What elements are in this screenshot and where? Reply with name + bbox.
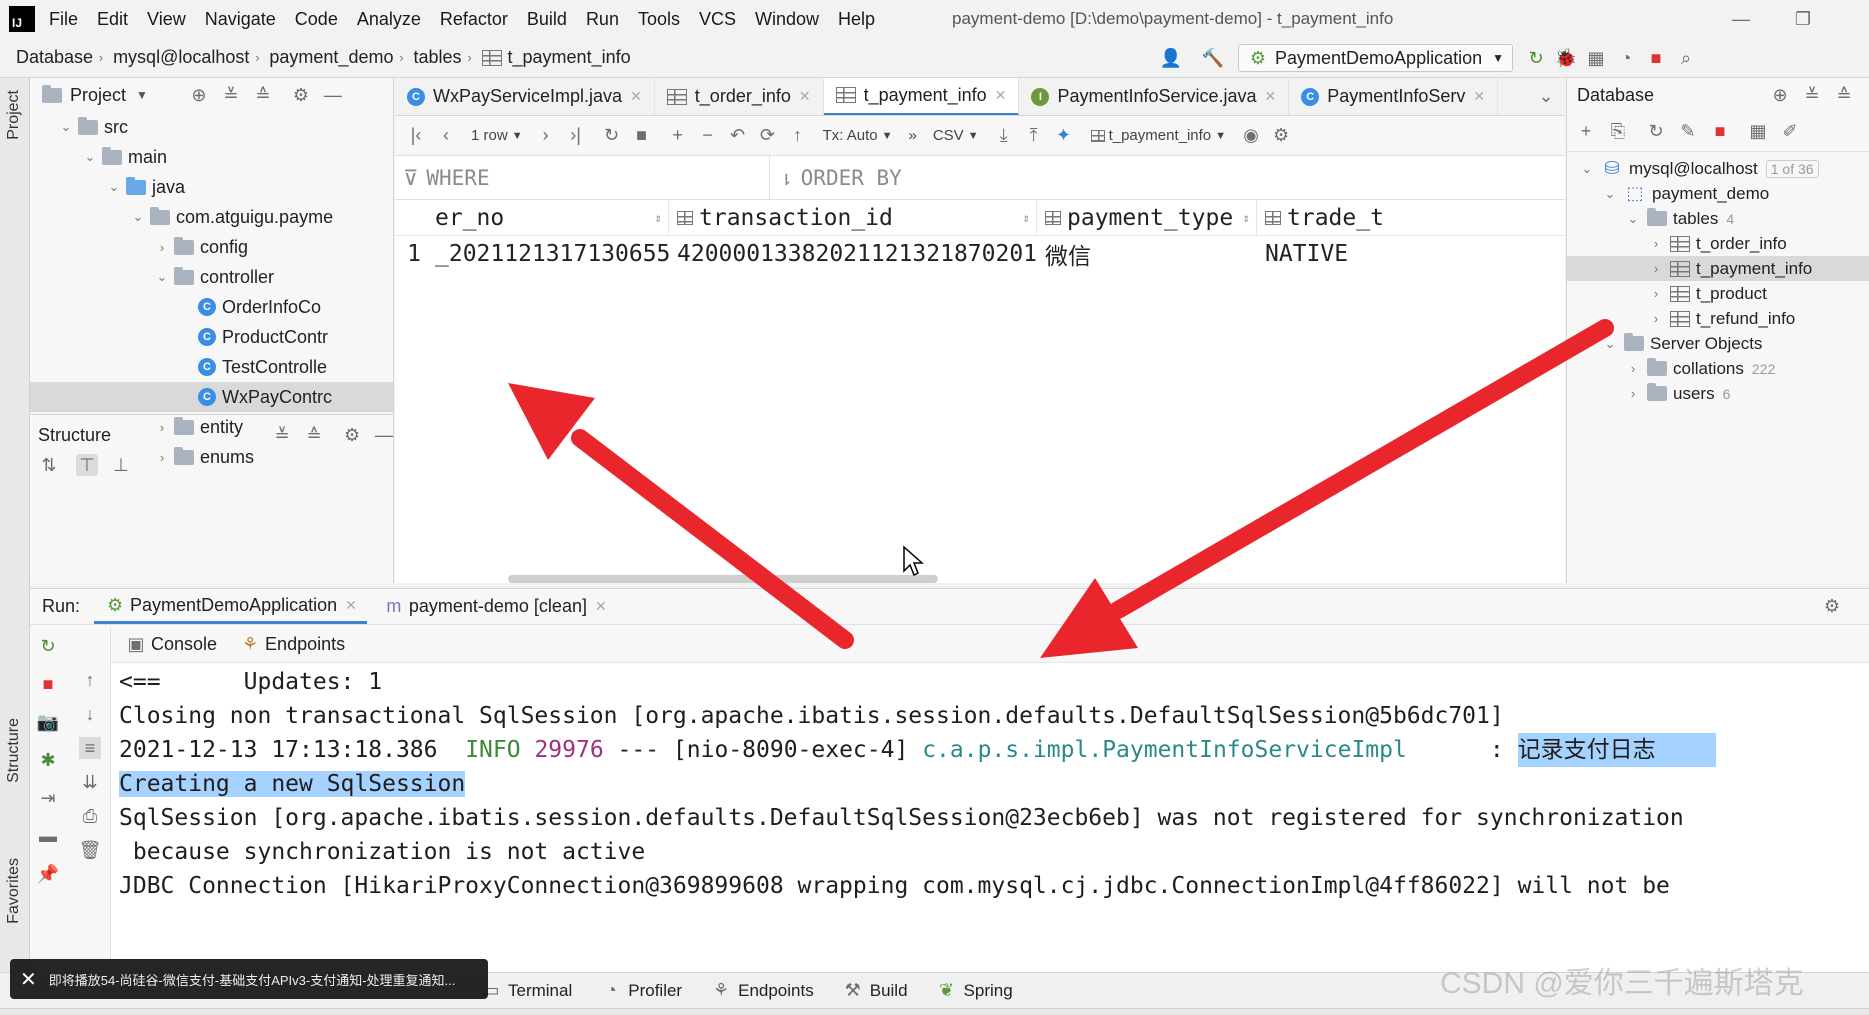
annotation-arrow-right — [1040, 319, 1614, 658]
annotation-arrow-left — [508, 383, 854, 649]
annotation-arrows — [508, 319, 1614, 658]
mouse-cursor-icon — [903, 545, 924, 577]
